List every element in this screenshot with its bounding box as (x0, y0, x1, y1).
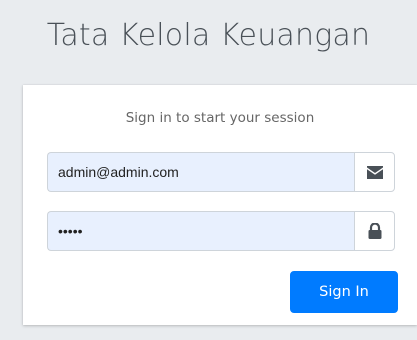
email-input-group (47, 152, 395, 192)
email-field[interactable] (47, 152, 354, 192)
envelope-icon (366, 165, 383, 179)
email-addon (354, 152, 395, 192)
app-title: Tata Kelola Keuangan (46, 18, 371, 53)
password-addon (354, 211, 395, 251)
sign-in-button[interactable]: Sign In (290, 271, 398, 313)
login-box-message: Sign in to start your session (125, 110, 315, 126)
password-field[interactable] (47, 211, 354, 251)
login-card: Sign in to start your session Sign In (23, 85, 417, 325)
password-input-group (47, 211, 395, 251)
lock-icon (368, 223, 381, 239)
